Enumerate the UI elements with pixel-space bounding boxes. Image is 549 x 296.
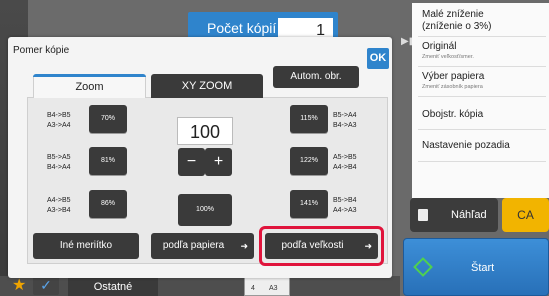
tray-number: 4 <box>251 285 255 292</box>
copies-label: Počet kópií <box>207 20 277 36</box>
ratio-81-button[interactable]: 81% <box>89 147 127 175</box>
menu-item-label: Výber papiera <box>422 71 485 82</box>
ratio-70-button[interactable]: 70% <box>89 105 127 133</box>
divider <box>418 66 546 67</box>
star-icon[interactable]: ★ <box>12 275 26 295</box>
menu-item-mierne-znizenie[interactable]: Malé zníženie (zníženie o 3%) <box>422 9 491 33</box>
size-label: B5->B4 A4->A3 <box>333 197 357 214</box>
start-button[interactable]: Štart <box>403 238 549 296</box>
ratio-115-button[interactable]: 115% <box>290 105 328 133</box>
by-paper-button[interactable]: podľa papiera ➜ <box>151 233 254 259</box>
ok-button[interactable]: OK <box>367 48 389 69</box>
menu-item-sub: Zmeniť zásobník papiera <box>422 84 483 90</box>
menu-item-sub: Zmeniť veľkosť/smer. <box>422 54 474 60</box>
function-list: Malé zníženie (zníženie o 3%) Originál Z… <box>412 3 549 198</box>
clear-all-button[interactable]: CA <box>502 198 549 232</box>
check-icon[interactable]: ✓ <box>33 275 59 295</box>
plus-button[interactable]: + <box>205 148 232 176</box>
size-label: B5->A4 B4->A3 <box>333 112 357 129</box>
divider <box>418 96 546 97</box>
menu-item-original[interactable]: Originál Zmeniť veľkosť/smer. <box>422 41 474 61</box>
divider <box>418 129 546 130</box>
size-label: A4->B5 A3->B4 <box>47 197 71 214</box>
tray-size: A3 <box>269 285 278 292</box>
divider <box>418 36 546 37</box>
ratio-100-button[interactable]: 100% <box>178 194 232 226</box>
other-button[interactable]: Ostatné <box>68 276 158 296</box>
other-ratio-button[interactable]: Iné meriítko <box>33 233 139 259</box>
ratio-86-button[interactable]: 86% <box>89 190 127 218</box>
menu-item-vyber-papiera[interactable]: Výber papiera Zmeniť zásobník papiera <box>422 71 484 91</box>
size-label: B5->A5 B4->A4 <box>47 154 71 171</box>
dialog-title: Pomer kópie <box>13 45 70 56</box>
menu-item-label: Originál <box>422 41 457 52</box>
ratio-141-button[interactable]: 141% <box>290 190 328 218</box>
zoom-value-field[interactable]: 100 <box>177 117 233 145</box>
tab-xy-zoom[interactable]: XY ZOOM <box>151 74 263 98</box>
menu-item-nastavenie-pozadia[interactable]: Nastavenie pozadia <box>422 140 510 152</box>
size-label: A5->B5 A4->B4 <box>333 154 357 171</box>
start-label: Štart <box>471 262 495 274</box>
size-label: B4->B5 A3->A4 <box>47 112 71 129</box>
minus-button[interactable]: − <box>178 148 205 176</box>
arrow-right-icon: ➜ <box>240 241 248 251</box>
auto-image-button[interactable]: Autom. obr. <box>273 66 359 88</box>
divider <box>418 161 546 162</box>
preview-icon <box>418 209 428 221</box>
ratio-122-button[interactable]: 122% <box>290 147 328 175</box>
start-icon <box>413 257 433 277</box>
button-label: podľa papiera <box>162 240 225 251</box>
button-label: Iné meriítko <box>59 240 113 251</box>
preview-button[interactable]: Náhľad <box>410 198 498 232</box>
highlight-frame <box>259 226 384 266</box>
preview-label: Náhľad <box>451 209 487 221</box>
tab-zoom[interactable]: Zoom <box>33 74 146 98</box>
bottom-bar <box>0 276 400 296</box>
menu-item-obojstr-kopia[interactable]: Obojstr. kópia <box>422 109 483 121</box>
